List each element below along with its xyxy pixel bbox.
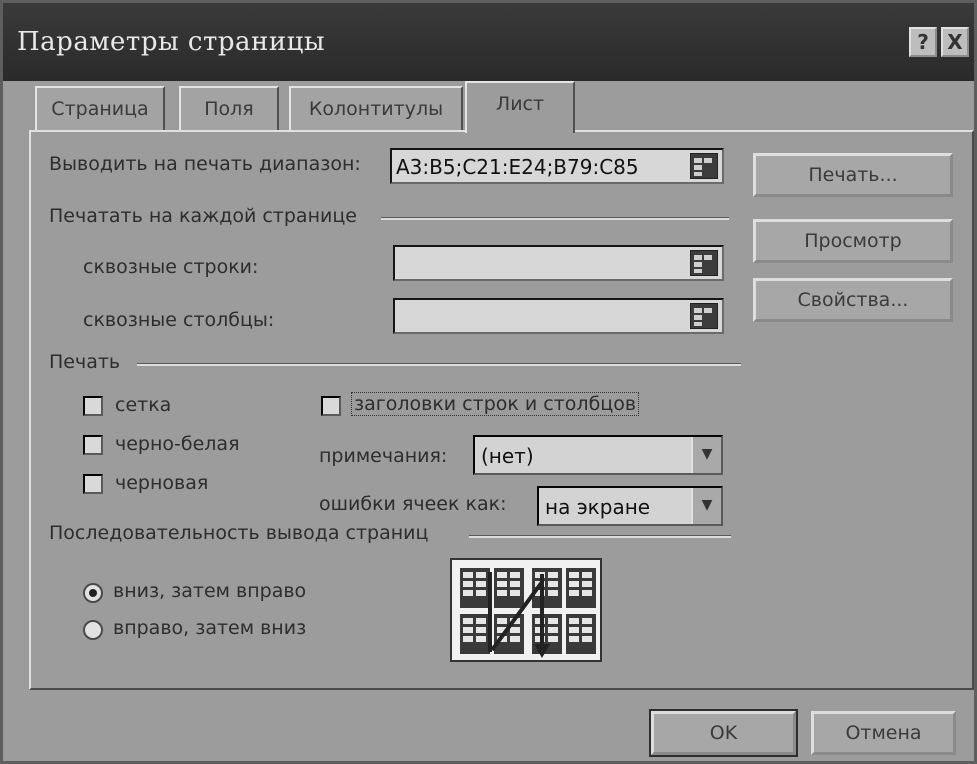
page-order-arrows [488, 572, 550, 658]
tab-page[interactable]: Страница [35, 86, 165, 130]
group-divider [137, 363, 741, 366]
down-then-over-label[interactable]: вниз, затем вправо [113, 580, 306, 602]
range-picker-icon[interactable] [690, 250, 718, 276]
dialog-title: Параметры страницы [17, 27, 326, 57]
cancel-button[interactable]: Отмена [811, 711, 956, 755]
down-then-over-radio[interactable] [83, 583, 103, 603]
rows-to-repeat-label: сквозные строки: [83, 256, 259, 278]
over-then-down-radio[interactable] [83, 620, 103, 640]
rows-to-repeat-input[interactable] [393, 245, 724, 281]
page-order-preview-icon [450, 558, 602, 662]
comments-value: (нет) [481, 444, 534, 468]
page-setup-dialog: Параметры страницы ? X Страница Поля Кол… [0, 0, 977, 764]
printer-options-button[interactable]: Свойства... [753, 278, 953, 322]
row-col-headings-label[interactable]: заголовки строк и столбцов [351, 392, 640, 416]
print-group-label: Печать [49, 351, 121, 373]
black-and-white-checkbox[interactable] [83, 435, 103, 455]
columns-to-repeat-label: сквозные столбцы: [83, 309, 275, 331]
close-button[interactable]: X [941, 27, 969, 57]
tab-margins[interactable]: Поля [179, 86, 279, 130]
print-area-value: A3:B5;C21:E24;B79:C85 [396, 155, 639, 179]
tab-sheet[interactable]: Лист [465, 81, 575, 133]
range-picker-icon[interactable] [690, 153, 718, 179]
over-then-down-label[interactable]: вправо, затем вниз [113, 617, 306, 639]
cell-errors-label: ошибки ячеек как: [319, 493, 507, 515]
chevron-down-icon[interactable]: ▼ [691, 437, 721, 473]
range-picker-icon[interactable] [690, 303, 718, 329]
group-divider [469, 535, 731, 538]
ok-button[interactable]: OK [649, 709, 798, 757]
group-divider [381, 217, 729, 220]
cell-errors-select[interactable]: на экране ▼ [537, 486, 723, 526]
title-bar: Параметры страницы ? X [3, 3, 974, 81]
chevron-down-icon[interactable]: ▼ [691, 488, 721, 524]
print-button[interactable]: Печать... [753, 153, 953, 197]
tab-header-footer[interactable]: Колонтитулы [289, 86, 463, 130]
print-area-label: Выводить на печать диапазон: [49, 153, 361, 175]
gridlines-checkbox[interactable] [83, 396, 103, 416]
comments-label: примечания: [319, 445, 448, 467]
draft-quality-label[interactable]: черновая [115, 472, 208, 494]
help-button[interactable]: ? [909, 27, 937, 57]
cell-errors-value: на экране [545, 495, 651, 519]
draft-quality-checkbox[interactable] [83, 474, 103, 494]
print-area-input[interactable]: A3:B5;C21:E24;B79:C85 [390, 148, 724, 184]
print-preview-button[interactable]: Просмотр [753, 219, 953, 263]
black-and-white-label[interactable]: черно-белая [115, 433, 240, 455]
columns-to-repeat-input[interactable] [393, 298, 724, 334]
comments-select[interactable]: (нет) ▼ [473, 435, 723, 475]
row-col-headings-checkbox[interactable] [321, 396, 341, 416]
gridlines-label[interactable]: сетка [115, 394, 171, 416]
print-titles-group-label: Печатать на каждой странице [49, 205, 357, 227]
page-order-group-label: Последовательность вывода страниц [49, 522, 429, 544]
radio-selected-dot [89, 589, 97, 597]
